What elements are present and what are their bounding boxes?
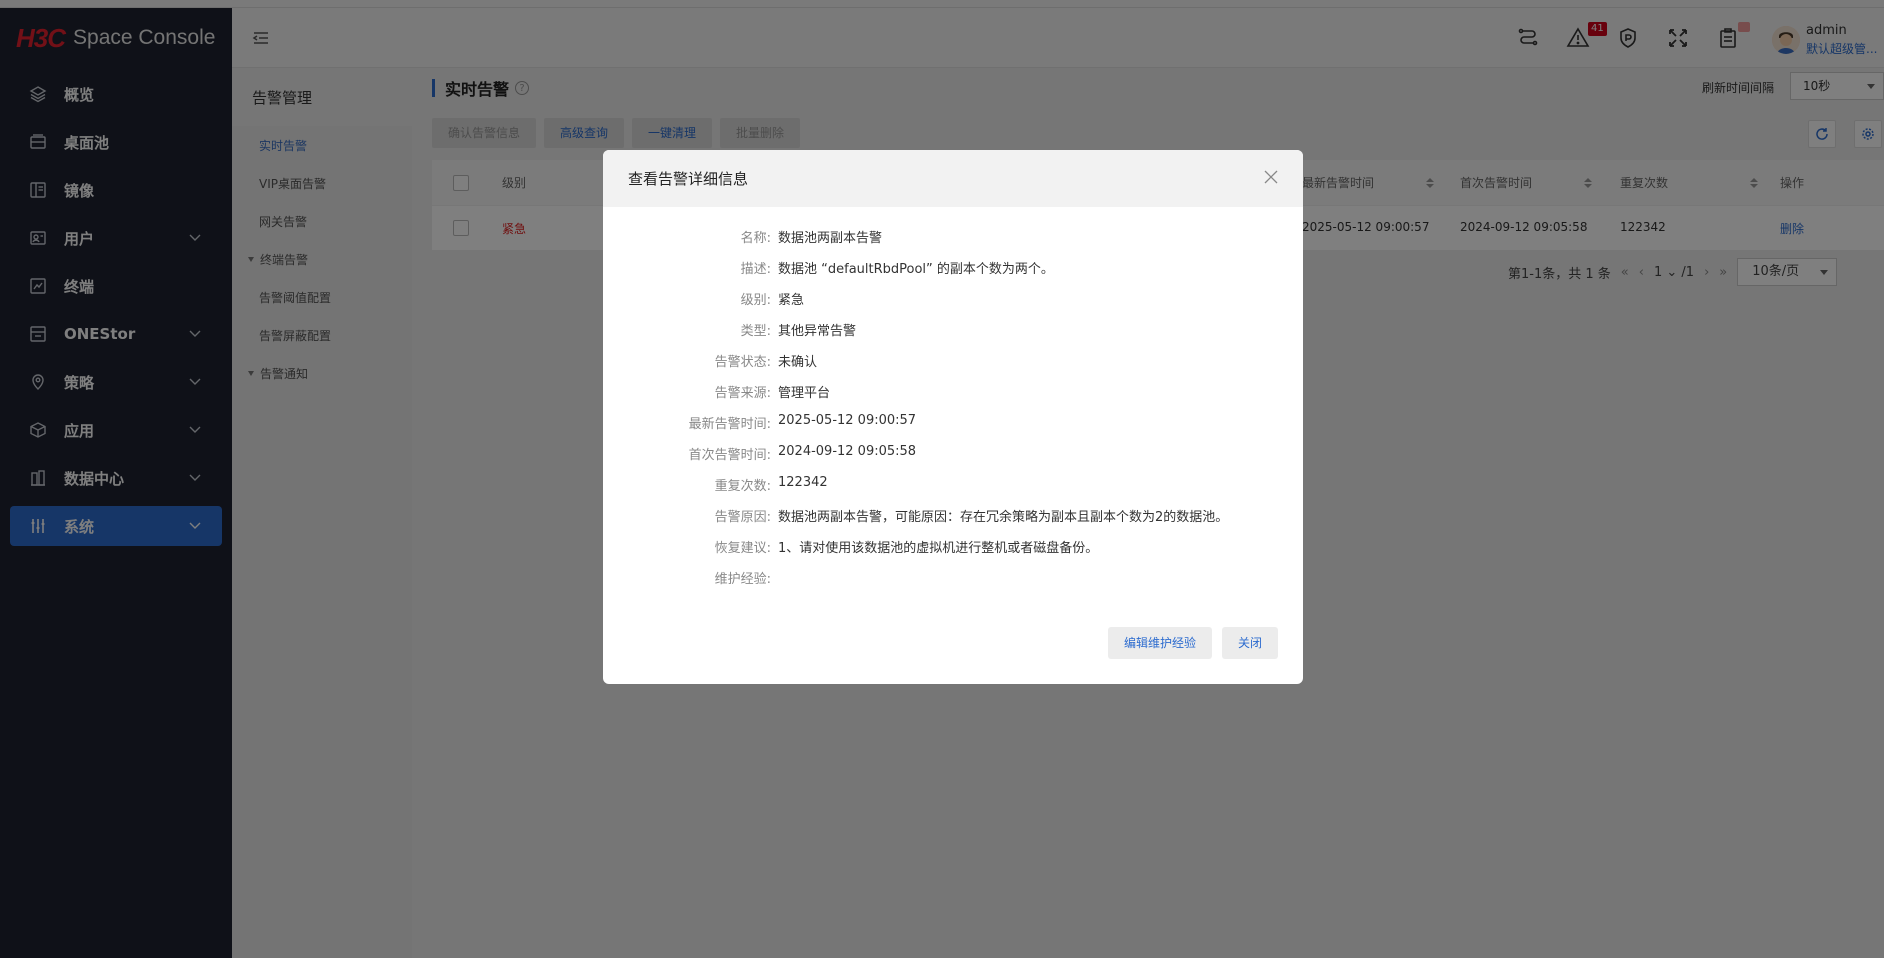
detail-value: 数据池 “defaultRbdPool” 的副本个数为两个。 <box>778 262 1054 277</box>
detail-label: 名称: <box>740 231 771 246</box>
detail-label: 首次告警时间: <box>688 448 771 463</box>
detail-row-level: 级别: 紧急 <box>603 289 1303 320</box>
detail-label: 恢复建议: <box>714 541 771 556</box>
alarm-detail-list: 名称: 数据池两副本告警 描述: 数据池 “defaultRbdPool” 的副本个… <box>603 227 1303 599</box>
detail-label: 级别: <box>740 293 771 308</box>
detail-value: 1、请对使用该数据池的虚拟机进行整机或者磁盘备份。 <box>778 541 1099 556</box>
detail-label: 最新告警时间: <box>688 417 771 432</box>
detail-label: 类型: <box>740 324 771 339</box>
detail-row-status: 告警状态: 未确认 <box>603 351 1303 382</box>
detail-value: 数据池两副本告警 <box>778 231 883 246</box>
detail-label: 维护经验: <box>714 572 771 587</box>
detail-value: 2024-09-12 09:05:58 <box>778 444 917 459</box>
detail-row-type: 类型: 其他异常告警 <box>603 320 1303 351</box>
detail-row-maintenance: 维护经验: <box>603 568 1303 599</box>
detail-row-reason: 告警原因: 数据池两副本告警，可能原因：存在冗余策略为副本且副本个数为2的数据池。 <box>603 506 1303 537</box>
detail-row-description: 描述: 数据池 “defaultRbdPool” 的副本个数为两个。 <box>603 258 1303 289</box>
alarm-detail-dialog: 查看告警详细信息 名称: 数据池两副本告警 描述: 数据池 “defaultRbdP… <box>603 150 1303 684</box>
detail-label: 重复次数: <box>714 479 771 494</box>
detail-row-source: 告警来源: 管理平台 <box>603 382 1303 413</box>
detail-row-name: 名称: 数据池两副本告警 <box>603 227 1303 258</box>
detail-label: 告警原因: <box>714 510 771 525</box>
dialog-title: 查看告警详细信息 <box>628 170 749 188</box>
detail-row-first-time: 首次告警时间: 2024-09-12 09:05:58 <box>603 444 1303 475</box>
close-icon[interactable] <box>1263 169 1279 185</box>
edit-maintenance-button[interactable]: 编辑维护经验 <box>1107 627 1212 659</box>
dialog-header: 查看告警详细信息 <box>603 150 1303 207</box>
detail-value: 紧急 <box>778 293 805 308</box>
detail-label: 告警来源: <box>714 386 771 401</box>
detail-value: 122342 <box>778 475 828 490</box>
detail-value: 2025-05-12 09:00:57 <box>778 413 917 428</box>
detail-row-latest-time: 最新告警时间: 2025-05-12 09:00:57 <box>603 413 1303 444</box>
detail-label: 告警状态: <box>714 355 771 370</box>
detail-value: 数据池两副本告警，可能原因：存在冗余策略为副本且副本个数为2的数据池。 <box>778 510 1229 525</box>
detail-row-suggestion: 恢复建议: 1、请对使用该数据池的虚拟机进行整机或者磁盘备份。 <box>603 537 1303 568</box>
detail-value: 管理平台 <box>778 386 831 401</box>
detail-row-repeat: 重复次数: 122342 <box>603 475 1303 506</box>
close-button[interactable]: 关闭 <box>1221 627 1278 659</box>
detail-value: 未确认 <box>778 355 818 370</box>
dialog-footer: 编辑维护经验 关闭 <box>1107 627 1278 659</box>
detail-value: 其他异常告警 <box>778 324 857 339</box>
detail-label: 描述: <box>740 262 771 277</box>
